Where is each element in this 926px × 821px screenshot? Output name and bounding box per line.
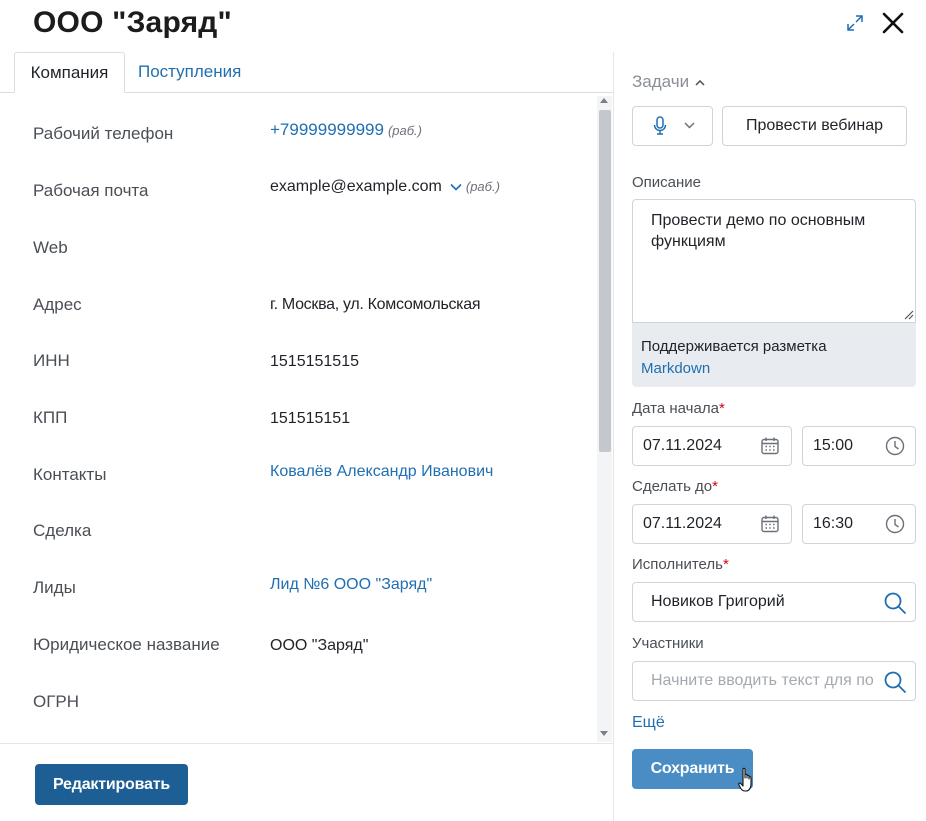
chevron-up-icon (695, 79, 705, 86)
participants-input[interactable]: Начните вводить текст для по (632, 661, 916, 701)
save-button[interactable]: Сохранить (632, 749, 753, 789)
run-webinar-button[interactable]: Провести вебинар (722, 106, 907, 146)
due-date-value: 07.11.2024 (643, 515, 722, 532)
tasks-heading-label: Задачи (632, 72, 690, 91)
description-textarea[interactable]: Провести демо по основным функциям (632, 199, 916, 323)
field-label-inn: ИНН (33, 351, 70, 370)
tasks-heading[interactable]: Задачи (632, 72, 705, 92)
description-label: Описание (632, 174, 702, 191)
start-time-input[interactable]: 15:00 (802, 426, 916, 466)
due-date-label-text: Сделать до (632, 478, 713, 495)
start-date-value: 07.11.2024 (643, 437, 722, 454)
field-label-contacts: Контакты (33, 465, 107, 484)
field-label-web: Web (33, 238, 68, 257)
assignee-label-text: Исполнитель (632, 556, 723, 573)
start-time-value: 15:00 (813, 437, 854, 454)
clock-icon[interactable] (885, 436, 905, 456)
search-icon[interactable] (883, 670, 907, 694)
participants-label: Участники (632, 635, 704, 652)
markdown-link[interactable]: Markdown (641, 360, 710, 377)
field-label-leads: Лиды (33, 578, 76, 597)
work-phone-tag: (раб.) (387, 123, 422, 138)
tab-company[interactable]: Компания (14, 52, 125, 93)
chevron-down-icon (684, 122, 695, 129)
close-icon[interactable] (881, 11, 905, 35)
calendar-icon[interactable] (760, 514, 780, 534)
required-mark: * (712, 478, 718, 495)
expand-icon[interactable] (846, 14, 864, 32)
assignee-label: Исполнитель* (632, 556, 729, 573)
scrollbar-thumb[interactable] (599, 110, 611, 452)
due-date-label: Сделать до* (632, 478, 718, 495)
chevron-down-icon[interactable] (450, 183, 462, 191)
calendar-icon[interactable] (760, 436, 780, 456)
field-value-work-phone: +79999999999 (раб.) (270, 120, 422, 140)
more-link[interactable]: Ещё (632, 714, 665, 732)
required-mark: * (718, 400, 725, 417)
resize-handle-icon[interactable] (902, 308, 914, 320)
edit-button[interactable]: Редактировать (35, 764, 188, 805)
scroll-up-arrow[interactable] (600, 98, 608, 103)
field-label-ogrn: ОГРН (33, 692, 80, 711)
due-time-input[interactable]: 16:30 (802, 504, 916, 544)
work-email-value: example@example.com (270, 178, 442, 195)
field-label-deal: Сделка (33, 521, 92, 540)
work-phone-link[interactable]: +79999999999 (270, 120, 384, 139)
field-label-work-email: Рабочая почта (33, 181, 149, 200)
field-label-kpp: КПП (33, 408, 68, 427)
field-value-legal-name: ООО "Заряд" (270, 637, 369, 654)
page-title: ООО "Заряд" (33, 6, 232, 39)
scroll-down-arrow[interactable] (600, 731, 608, 736)
footer-divider (0, 743, 613, 744)
field-label-work-phone: Рабочий телефон (33, 124, 174, 143)
field-value-contacts[interactable]: Ковалёв Александр Иванович (270, 463, 493, 481)
field-value-address: г. Москва, ул. Комсомольская (270, 296, 481, 313)
assignee-value: Новиков Григорий (651, 593, 785, 610)
required-mark: * (722, 556, 729, 573)
search-icon[interactable] (883, 591, 907, 615)
tab-bar: Компания Поступления (0, 52, 614, 93)
due-date-input[interactable]: 07.11.2024 (632, 504, 792, 544)
start-date-label: Дата начала* (632, 400, 725, 417)
field-value-work-email: example@example.com (раб.) (270, 178, 500, 196)
start-date-input[interactable]: 07.11.2024 (632, 426, 792, 466)
field-label-legal-name: Юридическое название (33, 635, 220, 654)
microphone-icon (653, 116, 667, 135)
clock-icon[interactable] (885, 514, 905, 534)
markdown-note-text: Поддерживается разметка (641, 338, 827, 355)
start-date-label-text: Дата начала (632, 400, 719, 417)
work-email-tag: (раб.) (465, 179, 500, 194)
markdown-note: Поддерживается разметка Markdown (632, 323, 916, 387)
pane-divider (613, 52, 614, 821)
participants-placeholder: Начните вводить текст для по (651, 672, 874, 689)
tab-receipts[interactable]: Поступления (138, 52, 241, 93)
voice-input-button[interactable] (632, 106, 713, 146)
field-value-inn: 1515151515 (270, 353, 359, 370)
assignee-input[interactable]: Новиков Григорий (632, 582, 916, 622)
field-value-kpp: 151515151 (270, 410, 351, 427)
hand-cursor-icon (738, 767, 752, 792)
field-value-leads[interactable]: Лид №6 ООО "Заряд" (270, 576, 432, 594)
field-label-address: Адрес (33, 295, 82, 314)
due-time-value: 16:30 (813, 515, 854, 532)
